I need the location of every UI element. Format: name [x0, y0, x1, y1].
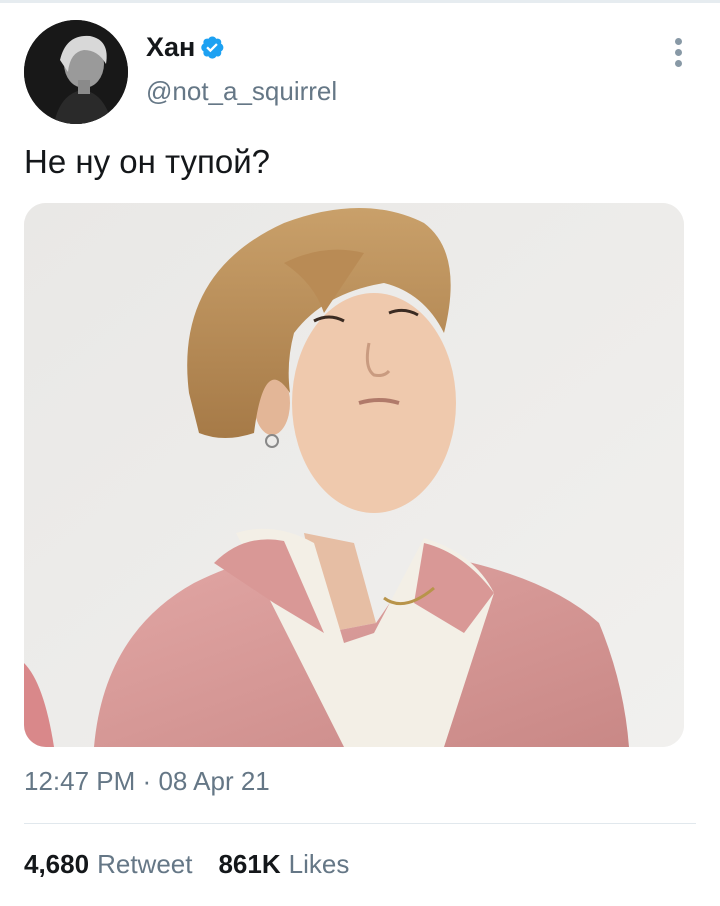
photo-image — [24, 203, 684, 747]
retweets-label: Retweet — [97, 849, 193, 879]
stats-divider — [24, 823, 696, 824]
avatar[interactable] — [24, 20, 128, 124]
verified-badge-icon — [201, 36, 224, 59]
likes-count: 861K — [218, 849, 281, 879]
author-handle[interactable]: @not_a_squirrel — [146, 76, 337, 107]
tweet-text: Не ну он тупой? — [24, 143, 270, 180]
timestamp-separator: · — [142, 766, 152, 796]
retweets-stat[interactable]: 4,680 Retweet — [24, 849, 192, 880]
more-vertical-icon[interactable] — [666, 36, 690, 70]
author-display-name[interactable]: Хан — [146, 32, 195, 63]
retweets-count: 4,680 — [24, 849, 90, 879]
likes-stat[interactable]: 861K Likes — [218, 849, 349, 880]
likes-label: Likes — [288, 849, 350, 879]
avatar-image — [24, 20, 128, 124]
tweet-stats: 4,680 Retweet 861K Likes — [24, 849, 375, 880]
tweet-timestamp[interactable]: 12:47 PM · 08 Apr 21 — [24, 766, 270, 797]
top-divider — [0, 0, 720, 3]
tweet-card: Хан @not_a_squirrel Не ну он тупой? 12:4… — [0, 0, 720, 906]
author-name-row[interactable]: Хан — [146, 30, 225, 64]
tweet-photo[interactable] — [24, 203, 684, 747]
tweet-date: 08 Apr 21 — [158, 766, 270, 796]
tweet-time: 12:47 PM — [24, 766, 136, 796]
